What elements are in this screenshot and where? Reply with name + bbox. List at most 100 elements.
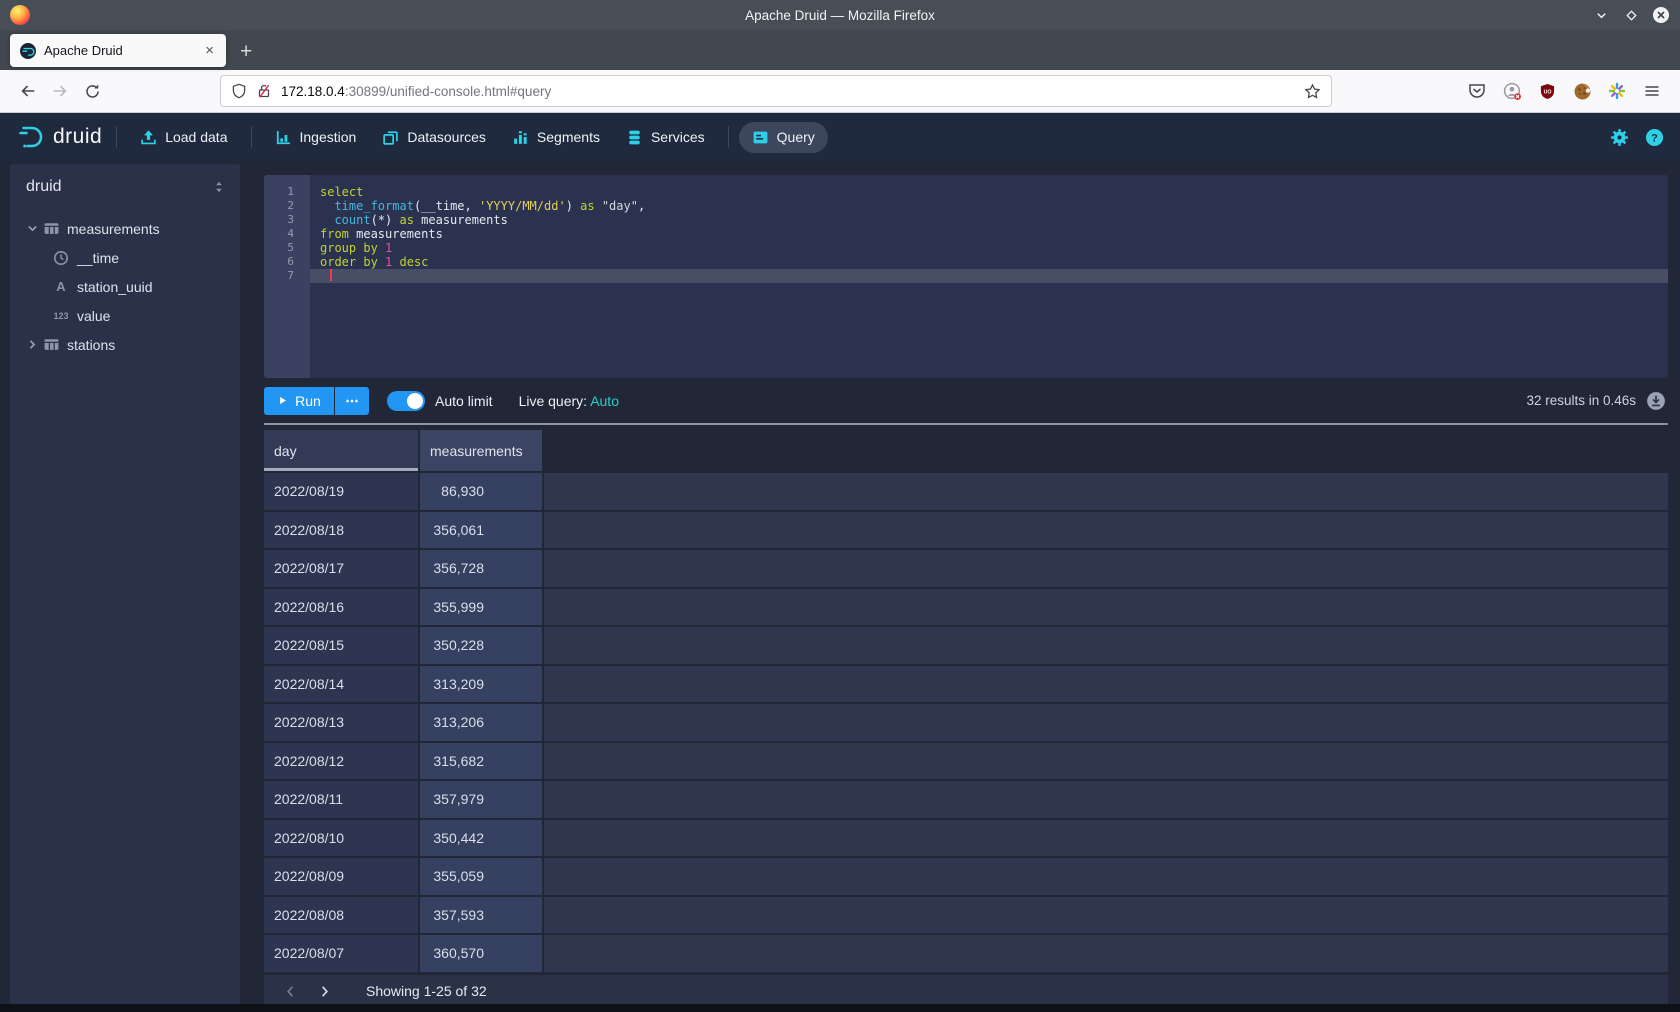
url-bar[interactable]: 172.18.0.4:30899/unified-console.html#qu… [220, 75, 1332, 107]
cell-measurements[interactable]: 350,442 [420, 820, 542, 857]
nav-item-load-data[interactable]: Load data [127, 122, 240, 153]
pocket-icon[interactable] [1461, 76, 1493, 106]
settings-gear-icon[interactable] [1610, 128, 1629, 147]
cell-measurements[interactable]: 357,593 [420, 897, 542, 934]
chevron-down-icon[interactable] [24, 222, 40, 235]
cell-day[interactable]: 2022/08/12 [264, 743, 418, 780]
page-next-icon[interactable] [312, 984, 336, 999]
tab-favicon-druid-icon [20, 43, 36, 59]
nav-item-segments[interactable]: Segments [499, 122, 613, 153]
pagination-bar: Showing 1-25 of 32 [264, 975, 1668, 1007]
nav-separator [116, 126, 117, 148]
cell-filler [544, 666, 1668, 703]
account-extension-icon[interactable] [1496, 76, 1528, 106]
nav-item-query[interactable]: Query [739, 122, 828, 153]
new-tab-button[interactable]: + [240, 40, 252, 64]
cell-day[interactable]: 2022/08/16 [264, 589, 418, 626]
ublock-icon[interactable]: UO [1531, 76, 1563, 106]
cookie-extension-icon[interactable] [1566, 76, 1598, 106]
cell-filler [544, 550, 1668, 587]
line-number: 5 [264, 241, 310, 255]
window-maximize-icon[interactable] [1622, 6, 1640, 24]
line-number: 3 [264, 213, 310, 227]
live-query-value[interactable]: Auto [590, 393, 619, 409]
cell-day[interactable]: 2022/08/08 [264, 897, 418, 934]
editor-code[interactable]: select time_format(__time, 'YYYY/MM/dd')… [310, 175, 1668, 378]
cell-measurements[interactable]: 86,930 [420, 473, 542, 510]
column-header-measurements[interactable]: measurements [420, 430, 542, 471]
cell-measurements[interactable]: 355,999 [420, 589, 542, 626]
cell-measurements[interactable]: 355,059 [420, 858, 542, 895]
nav-item-services[interactable]: Services [613, 122, 718, 153]
cell-day[interactable]: 2022/08/13 [264, 704, 418, 741]
download-icon[interactable] [1646, 391, 1666, 411]
code-line-3[interactable]: count(*) as measurements [310, 213, 1668, 227]
tree-item-value[interactable]: 123value [10, 301, 240, 330]
cell-measurements[interactable]: 313,206 [420, 704, 542, 741]
chevron-right-icon[interactable] [24, 338, 40, 351]
nav-item-ingestion[interactable]: Ingestion [262, 122, 370, 153]
cell-filler [544, 589, 1668, 626]
back-icon[interactable] [12, 76, 44, 106]
services-icon [626, 129, 643, 146]
cell-measurements[interactable]: 313,209 [420, 666, 542, 703]
code-line-5[interactable]: group by 1 [310, 241, 1668, 255]
cell-day[interactable]: 2022/08/19 [264, 473, 418, 510]
cell-filler [544, 473, 1668, 510]
cell-filler [544, 858, 1668, 895]
cell-measurements[interactable]: 357,979 [420, 781, 542, 818]
lock-broken-icon[interactable] [256, 83, 272, 99]
tree-item-stations[interactable]: stations [10, 330, 240, 359]
code-line-2[interactable]: time_format(__time, 'YYYY/MM/dd') as "da… [310, 199, 1668, 213]
cell-day[interactable]: 2022/08/11 [264, 781, 418, 818]
bookmark-star-icon[interactable] [1304, 83, 1321, 100]
page-previous-icon[interactable] [278, 984, 302, 999]
results-header: day measurements [264, 430, 1668, 471]
url-text[interactable]: 172.18.0.4:30899/unified-console.html#qu… [281, 84, 551, 99]
number-column-icon: 123 [52, 311, 70, 321]
cell-day[interactable]: 2022/08/15 [264, 627, 418, 664]
extension-asterisk-icon[interactable] [1601, 76, 1633, 106]
cell-measurements[interactable]: 360,570 [420, 935, 542, 972]
cell-day[interactable]: 2022/08/17 [264, 550, 418, 587]
shield-icon[interactable] [231, 83, 247, 99]
cell-day[interactable]: 2022/08/14 [264, 666, 418, 703]
cell-day[interactable]: 2022/08/10 [264, 820, 418, 857]
window-minimize-icon[interactable] [1592, 6, 1610, 24]
run-button[interactable]: Run [264, 387, 334, 415]
schema-sort-icon[interactable] [212, 180, 226, 194]
browser-tab[interactable]: Apache Druid × [10, 34, 226, 67]
cell-measurements[interactable]: 356,061 [420, 512, 542, 549]
window-close-icon[interactable] [1652, 6, 1670, 24]
nav-item-datasources[interactable]: Datasources [369, 122, 499, 153]
auto-limit-toggle[interactable] [387, 391, 425, 411]
help-icon[interactable]: ? [1645, 128, 1664, 147]
cell-day[interactable]: 2022/08/18 [264, 512, 418, 549]
column-header-day[interactable]: day [264, 430, 418, 471]
cell-measurements[interactable]: 350,228 [420, 627, 542, 664]
reload-icon[interactable] [76, 76, 108, 106]
tree-item--time[interactable]: __time [10, 243, 240, 272]
code-line-7[interactable] [310, 269, 1668, 283]
table-row: 2022/08/1986,930 [264, 473, 1668, 510]
sql-editor[interactable]: 1234567 select time_format(__time, 'YYYY… [264, 175, 1668, 378]
cell-measurements[interactable]: 356,728 [420, 550, 542, 587]
cell-filler [544, 512, 1668, 549]
table-row: 2022/08/17356,728 [264, 550, 1668, 587]
menu-hamburger-icon[interactable] [1636, 76, 1668, 106]
tab-close-icon[interactable]: × [201, 42, 218, 59]
cell-filler [544, 781, 1668, 818]
run-more-button[interactable] [335, 387, 369, 415]
code-line-6[interactable]: order by 1 desc [310, 255, 1668, 269]
druid-logo[interactable]: druid [16, 122, 102, 152]
code-line-4[interactable]: from measurements [310, 227, 1668, 241]
table-row: 2022/08/16355,999 [264, 589, 1668, 626]
code-line-1[interactable]: select [310, 185, 1668, 199]
tree-item-station-uuid[interactable]: Astation_uuid [10, 272, 240, 301]
cell-measurements[interactable]: 315,682 [420, 743, 542, 780]
cell-day[interactable]: 2022/08/09 [264, 858, 418, 895]
table-row: 2022/08/10350,442 [264, 820, 1668, 857]
tree-item-measurements[interactable]: measurements [10, 214, 240, 243]
cell-day[interactable]: 2022/08/07 [264, 935, 418, 972]
forward-icon[interactable] [44, 76, 76, 106]
